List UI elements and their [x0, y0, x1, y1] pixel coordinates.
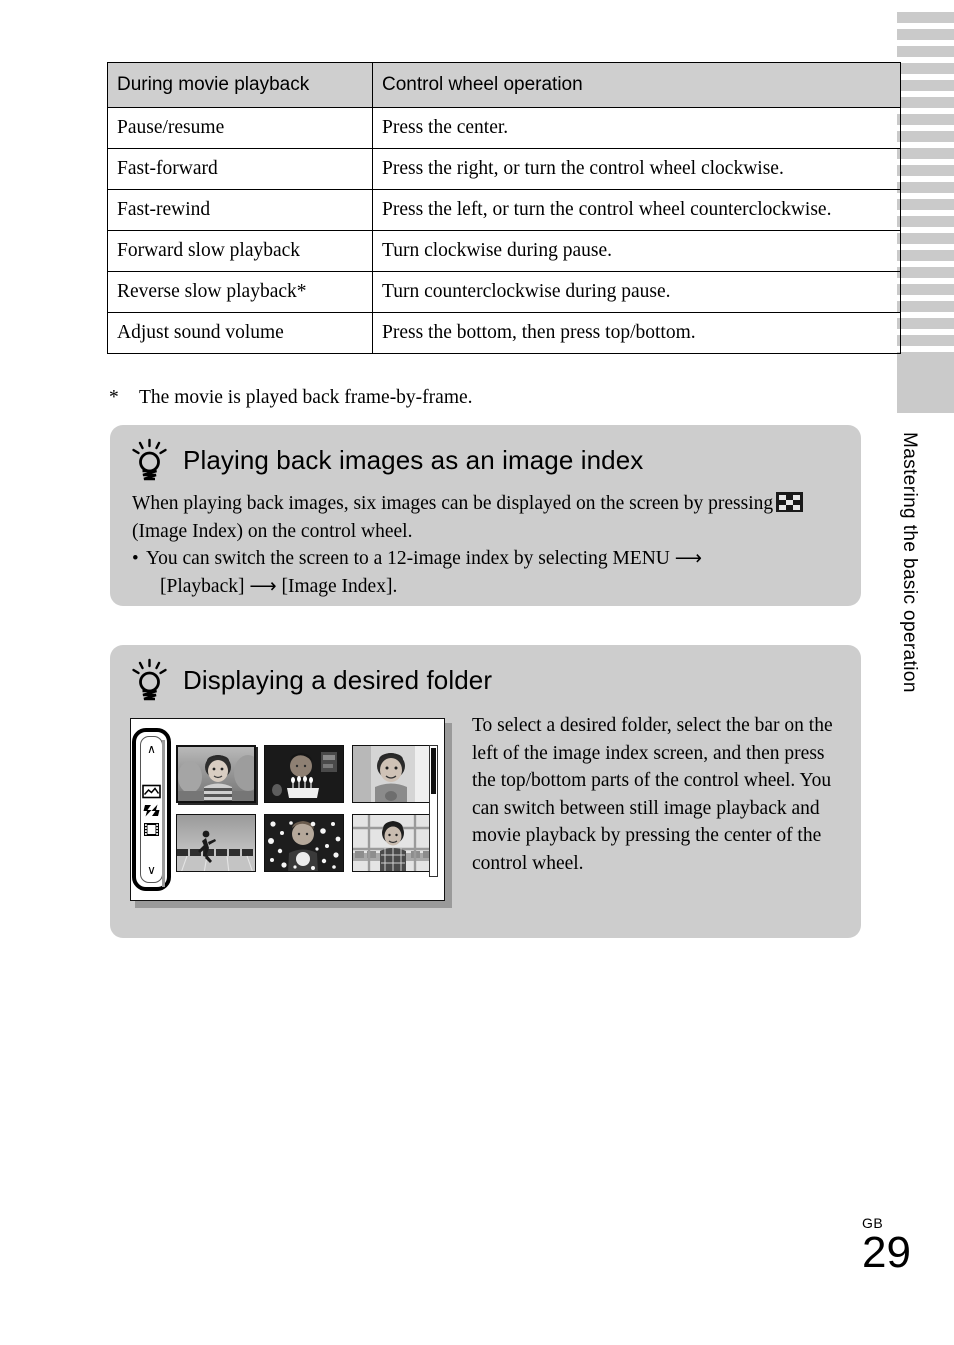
edge-tab-marker [897, 267, 954, 278]
edge-tab-marker [897, 80, 954, 91]
tip-text-part1: When playing back images, six images can… [132, 493, 774, 514]
tip-title: Playing back images as an image index [183, 445, 644, 475]
image-index-screen-illustration: ∧ ∨ [130, 718, 452, 908]
3d-still-image-icon[interactable] [142, 803, 161, 818]
tip-text-part2: (Image Index) on the control wheel. [132, 520, 413, 542]
vertical-scrollbar[interactable] [429, 745, 438, 877]
bullet-text-continued: [Playback] ⟶ [Image Index]. [146, 573, 837, 601]
thumbnail-running-track[interactable] [176, 814, 256, 872]
edge-tab-marker [897, 182, 954, 193]
arrow-right-icon: ⟶ [249, 575, 277, 597]
tip-body: When playing back images, six images can… [110, 482, 861, 600]
edge-tab-marker [897, 165, 954, 176]
thumbnail-boy-indoors[interactable] [352, 745, 432, 803]
edge-tab-marker [897, 284, 954, 295]
tip-header: Displaying a desired folder [110, 645, 861, 702]
table-row: Pause/resume Press the center. [107, 107, 901, 149]
thumbnail-grid [176, 741, 438, 881]
edge-tab-marker [897, 335, 954, 346]
arrow-right-icon: ⟶ [674, 548, 702, 569]
tip-title: Displaying a desired folder [183, 665, 493, 695]
bullet-dot: • [132, 548, 139, 569]
movie-filmstrip-icon[interactable] [142, 822, 161, 837]
footnote-marker: * [109, 387, 119, 408]
table-cell-action: Turn counterclockwise during pause. [372, 271, 901, 313]
edge-tab-marker-active [897, 352, 954, 413]
still-image-icon[interactable] [142, 784, 161, 799]
bullet-text-3: [Image Index]. [281, 575, 398, 597]
chevron-up-icon[interactable]: ∧ [136, 743, 167, 755]
table-row: Fast-rewind Press the left, or turn the … [107, 189, 901, 231]
camera-screen: ∧ ∨ [130, 718, 445, 901]
page-number: 29 [862, 1228, 911, 1277]
tip-header: Playing back images as an image index [110, 425, 861, 482]
thumbnail-boy-outdoors[interactable] [176, 745, 256, 803]
table-cell-operation: Fast-rewind [107, 189, 373, 231]
edge-tab-marker [897, 97, 954, 108]
tip-box-image-index: Playing back images as an image index Wh… [110, 425, 861, 606]
table-cell-action: Press the left, or turn the control whee… [372, 189, 901, 231]
edge-tab-marker [897, 216, 954, 227]
folder-bar-icon-group [136, 784, 167, 837]
table-row: Fast-forward Press the right, or turn th… [107, 148, 901, 190]
table-row: Adjust sound volume Press the bottom, th… [107, 312, 901, 354]
table-row: Reverse slow playback* Turn counterclock… [107, 271, 901, 313]
table-header-cell: Control wheel operation [372, 62, 901, 108]
table-header-row: During movie playback Control wheel oper… [107, 62, 901, 108]
table-row: Forward slow playback Turn clockwise dur… [107, 230, 901, 272]
thumbnail-birthday-cake[interactable] [264, 745, 344, 803]
edge-tab-marker [897, 131, 954, 142]
thumbnail-boy-window[interactable] [352, 814, 432, 872]
table-cell-action: Press the bottom, then press top/bottom. [372, 312, 901, 354]
edge-tab-marker [897, 46, 954, 57]
table-cell-action: Press the center. [372, 107, 901, 149]
table-cell-operation: Reverse slow playback* [107, 271, 373, 313]
edge-tab-marker [897, 318, 954, 329]
lightbulb-icon [130, 438, 170, 482]
chevron-down-icon[interactable]: ∨ [136, 864, 167, 876]
edge-tab-marker [897, 148, 954, 159]
page-footer: GB 29 [862, 1216, 911, 1276]
table-cell-operation: Adjust sound volume [107, 312, 373, 354]
tip-body-desired-folder: To select a desired folder, select the b… [472, 715, 833, 874]
bullet-text-2: [Playback] [160, 575, 245, 597]
bullet-text: You can switch the screen to a 12-image … [146, 545, 837, 600]
edge-tab-marker [897, 12, 954, 23]
chapter-side-title: Mastering the basic operation [899, 432, 920, 693]
edge-tab-marker [897, 199, 954, 210]
tip-paragraph: When playing back images, six images can… [132, 490, 837, 545]
bullet-text-1: You can switch the screen to a 12-image … [146, 548, 670, 569]
image-index-icon [776, 492, 804, 512]
table-cell-operation: Fast-forward [107, 148, 373, 190]
table-cell-operation: Pause/resume [107, 107, 373, 149]
edge-tab-marker [897, 301, 954, 312]
table-cell-action: Turn clockwise during pause. [372, 230, 901, 272]
folder-selection-bar[interactable]: ∧ ∨ [132, 728, 171, 891]
edge-tab-marker [897, 63, 954, 74]
edge-tab-marker [897, 114, 954, 125]
table-header-cell: During movie playback [107, 62, 373, 108]
table-footnote: * The movie is played back frame-by-frame… [109, 386, 473, 410]
thumbnail-boy-lights[interactable] [264, 814, 344, 872]
tip-bullet-item: • You can switch the screen to a 12-imag… [132, 545, 837, 600]
table-cell-operation: Forward slow playback [107, 230, 373, 272]
lightbulb-icon [130, 658, 170, 702]
edge-tab-marker [897, 29, 954, 40]
edge-tab-marker [897, 250, 954, 261]
edge-tab-strip [897, 0, 954, 420]
footnote-text: The movie is played back frame-by-frame. [139, 387, 473, 408]
edge-tab-marker [897, 233, 954, 244]
table-cell-action: Press the right, or turn the control whe… [372, 148, 901, 190]
scrollbar-thumb[interactable] [431, 748, 436, 794]
movie-playback-operations-table: During movie playback Control wheel oper… [107, 62, 901, 354]
